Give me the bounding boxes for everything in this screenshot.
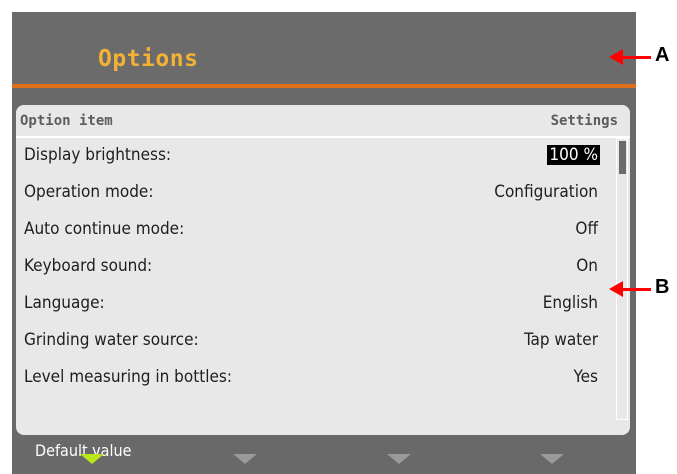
annotation-arrow-a-icon [609,49,651,65]
option-label: Language: [24,293,105,313]
option-row-language[interactable]: Language: English [16,286,616,323]
option-row-level-measuring[interactable]: Level measuring in bottles: Yes [16,360,616,397]
softkey-indicator-2-icon[interactable] [233,454,257,464]
option-label: Auto continue mode: [24,219,185,239]
scrollbar-thumb[interactable] [619,141,626,174]
softkey-indicator-3-icon[interactable] [387,454,411,464]
option-row-auto-continue-mode[interactable]: Auto continue mode: Off [16,212,616,249]
option-label: Grinding water source: [24,330,199,350]
option-value[interactable]: Configuration [494,182,598,202]
softkey-indicator-4-icon[interactable] [540,454,564,464]
column-header-settings: Settings [550,113,618,129]
option-rows: Display brightness: 100 % Operation mode… [16,138,616,397]
option-row-operation-mode[interactable]: Operation mode: Configuration [16,175,616,212]
header-bar: Options [12,12,636,84]
option-row-keyboard-sound[interactable]: Keyboard sound: On [16,249,616,286]
option-value[interactable]: Off [575,219,598,239]
table-header: Option item Settings [16,105,630,138]
annotation-arrow-b-icon [609,281,651,297]
options-table: Option item Settings Display brightness:… [16,105,630,435]
title-divider [12,84,636,88]
option-row-grinding-water-source[interactable]: Grinding water source: Tap water [16,323,616,360]
option-label: Display brightness: [24,145,172,165]
option-value[interactable]: Yes [574,367,598,387]
option-value[interactable]: On [576,256,598,276]
page-title: Options [98,46,199,72]
softkey-indicator-1-icon[interactable] [80,454,104,464]
annotation-label-b: B [655,276,670,298]
option-label: Level measuring in bottles: [24,367,232,387]
option-value[interactable]: Tap water [524,330,598,350]
device-screen: Options Option item Settings Display bri… [12,12,636,474]
annotation-label-a: A [655,44,670,66]
option-value-selected[interactable]: 100 % [547,145,600,165]
option-row-display-brightness[interactable]: Display brightness: 100 % [16,138,616,175]
option-label: Operation mode: [24,182,154,202]
scrollbar[interactable] [616,138,628,420]
option-label: Keyboard sound: [24,256,153,276]
column-header-option-item: Option item [20,113,113,129]
option-value[interactable]: English [543,293,598,313]
